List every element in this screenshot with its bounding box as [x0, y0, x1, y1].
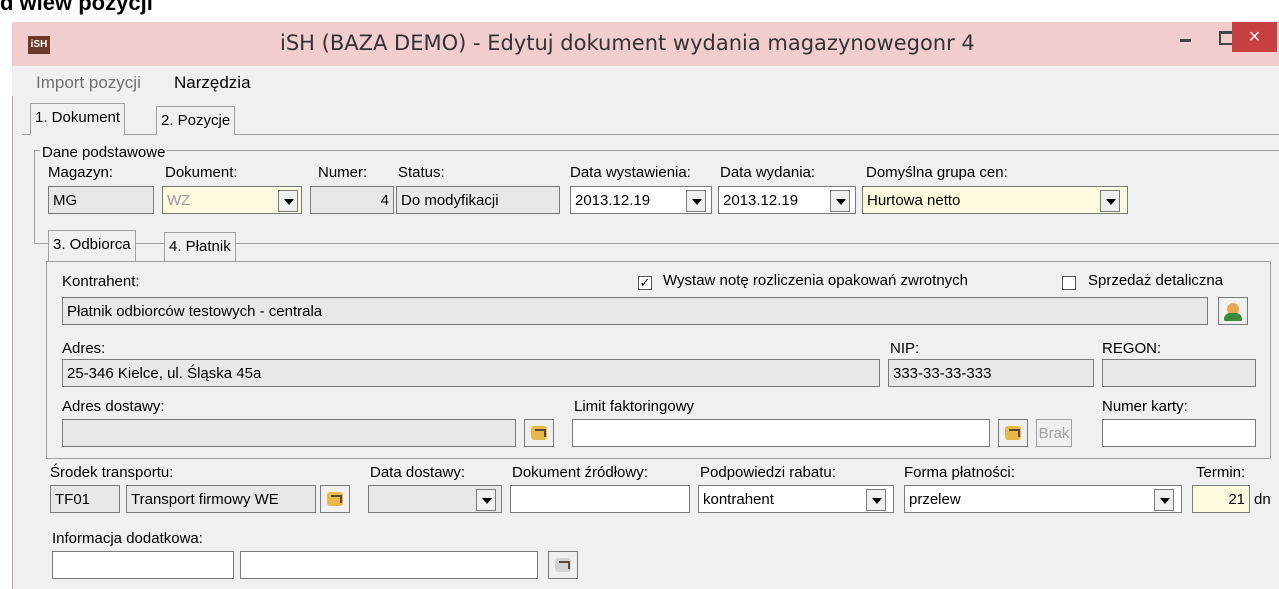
regon-label: REGON:: [1102, 340, 1162, 357]
limit-faktoringowy-button[interactable]: [998, 419, 1028, 447]
data-dostawy-label: Data dostawy:: [370, 464, 466, 481]
data-dostawy-dropdown-icon[interactable]: [476, 489, 496, 511]
limit-faktoringowy-field[interactable]: [572, 419, 990, 447]
tab-platnik[interactable]: 4. Płatnik: [164, 232, 236, 261]
folder-arrow-icon: [1005, 426, 1021, 440]
dokument-zrodlowy-field[interactable]: [510, 485, 690, 513]
termin-label: Termin:: [1196, 464, 1246, 481]
numer-label: Numer:: [318, 164, 368, 181]
adres-dostawy-button[interactable]: [524, 419, 554, 447]
adres-dostawy-label: Adres dostawy:: [62, 398, 165, 415]
srodek-transportu-name: Transport firmowy WE: [126, 485, 316, 513]
informacja-dodatkowa-label: Informacja dodatkowa:: [52, 530, 203, 547]
regon-field: [1102, 359, 1256, 387]
menu-import-pozycji[interactable]: Import pozycji: [36, 73, 141, 93]
data-wystawienia-label: Data wystawienia:: [570, 164, 691, 181]
srodek-transportu-code: TF01: [50, 485, 120, 513]
forma-platnosci-select[interactable]: przelew: [904, 485, 1182, 513]
group-dane-podstawowe-title: Dane podstawowe: [40, 144, 168, 161]
check-icon: ✓: [639, 275, 651, 290]
numer-field: 4: [310, 186, 394, 214]
dokument-label: Dokument:: [165, 164, 238, 181]
data-wydania-dropdown-icon[interactable]: [830, 190, 850, 212]
data-wydania-label: Data wydania:: [720, 164, 816, 181]
data-wystawienia-dropdown-icon[interactable]: [686, 190, 706, 212]
nota-checkbox[interactable]: ✓: [638, 276, 652, 290]
podpowiedzi-rabatu-label: Podpowiedzi rabatu:: [700, 464, 836, 481]
status-label: Status:: [398, 164, 445, 181]
sprzedaz-detaliczna-checkbox[interactable]: [1062, 276, 1076, 290]
adres-label: Adres:: [62, 340, 106, 357]
grupa-cen-label: Domyślna grupa cen:: [866, 164, 1008, 181]
informacja-dodatkowa-field-1[interactable]: [52, 551, 234, 579]
grupa-cen-select[interactable]: Hurtowa netto: [862, 186, 1128, 214]
tab-pozycje[interactable]: 2. Pozycje: [156, 106, 236, 135]
informacja-dodatkowa-button[interactable]: [548, 551, 578, 579]
srodek-transportu-button[interactable]: [320, 485, 350, 513]
magazyn-label: Magazyn:: [48, 164, 114, 181]
close-icon: ×: [1248, 26, 1261, 48]
dokument-zrodlowy-label: Dokument źródłowy:: [512, 464, 648, 481]
background-window-text: d wiew pozycji: [0, 0, 153, 15]
tab-dokument[interactable]: 1. Dokument: [30, 103, 126, 135]
app-icon: iSH: [28, 36, 50, 54]
nip-label: NIP:: [890, 340, 920, 357]
folder-arrow-icon: [531, 426, 547, 440]
podpowiedzi-rabatu-select[interactable]: kontrahent: [698, 485, 894, 513]
termin-field[interactable]: 21: [1192, 485, 1250, 513]
srodek-transportu-label: Środek transportu:: [50, 464, 174, 481]
limit-faktoringowy-label: Limit faktoringowy: [574, 398, 695, 415]
folder-arrow-icon: [327, 492, 343, 506]
close-button[interactable]: ×: [1232, 22, 1277, 52]
magazyn-field: MG: [48, 186, 154, 214]
kontrahent-field: Płatnik odbiorców testowych - centrala: [62, 297, 1208, 325]
menu-narzedzia[interactable]: Narzędzia: [174, 73, 251, 93]
minimize-button[interactable]: [1174, 27, 1198, 47]
informacja-dodatkowa-field-2[interactable]: [240, 551, 538, 579]
sprzedaz-detaliczna-label: Sprzedaż detaliczna: [1088, 272, 1224, 289]
tab-odbiorca[interactable]: 3. Odbiorca: [48, 230, 136, 262]
window-title: iSH (BAZA DEMO) - Edytuj dokument wydani…: [280, 31, 975, 55]
status-field: Do modyfikacji: [396, 186, 560, 214]
kontrahent-label: Kontrahent:: [62, 273, 140, 290]
grupa-cen-dropdown-icon[interactable]: [1100, 190, 1120, 212]
podpowiedzi-rabatu-dropdown-icon[interactable]: [866, 489, 886, 511]
adres-dostawy-field: [62, 419, 516, 447]
dokument-dropdown-icon[interactable]: [278, 190, 298, 212]
nip-field: 333-33-33-333: [888, 359, 1094, 387]
nota-checkbox-label: Wystaw notę rozliczenia opakowań zwrotny…: [663, 272, 969, 289]
numer-karty-label: Numer karty:: [1102, 398, 1188, 415]
select-kontrahent-button[interactable]: [1218, 297, 1248, 325]
numer-karty-field[interactable]: [1102, 419, 1256, 447]
adres-field: 25-346 Kielce, ul. Śląska 45a: [62, 359, 880, 387]
forma-platnosci-label: Forma płatności:: [904, 464, 1015, 481]
forma-platnosci-dropdown-icon[interactable]: [1154, 489, 1174, 511]
termin-unit: dn: [1254, 491, 1271, 508]
folder-arrow-icon: [555, 558, 571, 572]
brak-button[interactable]: Brak: [1036, 419, 1072, 447]
